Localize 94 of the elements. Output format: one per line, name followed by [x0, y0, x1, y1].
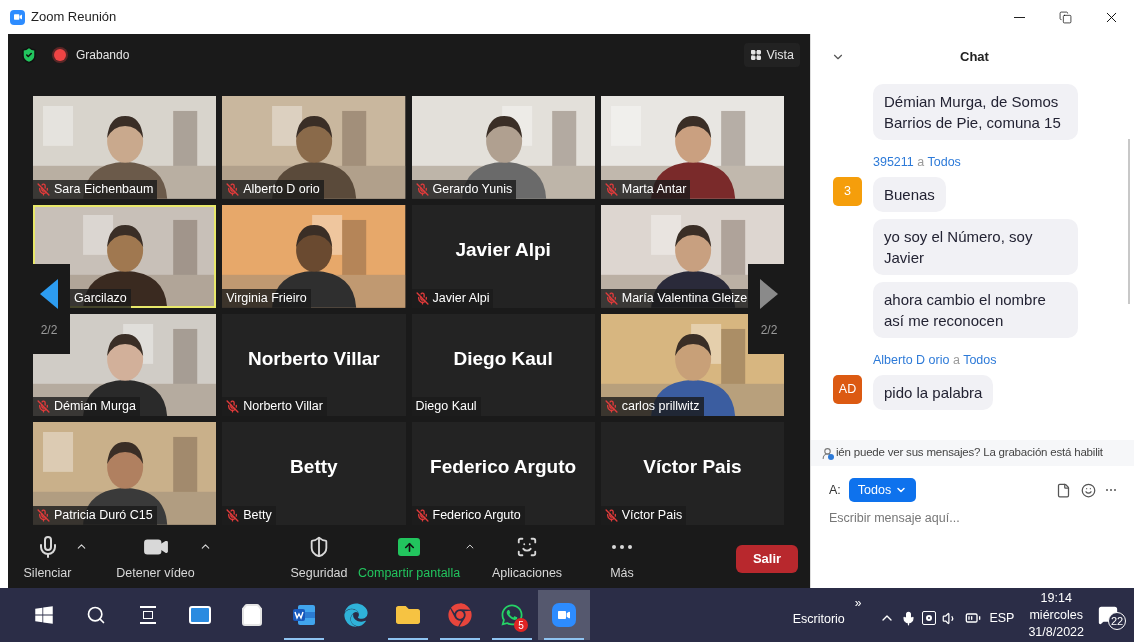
- participant-label: Démian Murga: [54, 398, 136, 416]
- participant-label: Sara Eichenbaum: [54, 180, 154, 198]
- message-sender: Alberto D orio a Todos: [873, 351, 998, 369]
- participant-label: Virginia Frieiro: [226, 289, 307, 307]
- toolbar-button[interactable]: Seguridad: [290, 535, 348, 583]
- participant-name: Betty: [290, 455, 338, 480]
- taskbar-slot[interactable]: [538, 590, 590, 640]
- emoji-icon[interactable]: [1081, 482, 1096, 498]
- toolbar-button[interactable]: Detener vídeo: [116, 535, 195, 583]
- participant-label: Patricia Duró C15: [54, 507, 153, 525]
- toolbar-button[interactable]: Aplicaciones: [491, 535, 563, 583]
- notification-badge: 5: [514, 618, 528, 632]
- toolbar-button[interactable]: Más: [610, 535, 634, 583]
- sender-avatar: 3: [833, 176, 862, 206]
- folder-icon[interactable]: [396, 603, 420, 627]
- participant-label: carlos prillwitz: [621, 398, 700, 416]
- participant-name: Diego Kaul: [453, 346, 553, 371]
- muted-mic-icon: [415, 182, 429, 196]
- muted-mic-icon: [37, 400, 50, 414]
- participant-name: Víctor Pais: [643, 455, 742, 480]
- message-input[interactable]: Escribir mensaje aquí...: [829, 508, 1116, 528]
- clock-day: miércoles: [1029, 606, 1083, 624]
- participant-label: Norberto Villar: [243, 398, 323, 416]
- muted-mic-icon: [415, 509, 429, 522]
- participant-name: Federico Arguto: [430, 455, 577, 480]
- language-indicator[interactable]: ESP: [989, 608, 1015, 628]
- view-button[interactable]: Vista: [744, 43, 800, 67]
- participant-name: Javier Alpi: [455, 237, 551, 262]
- privacy-user-icon: [821, 446, 834, 460]
- muted-mic-icon: [604, 291, 618, 305]
- participant-label: Diego Kaul: [415, 398, 477, 416]
- notification-center[interactable]: 22: [1098, 600, 1126, 630]
- clock[interactable]: 19:14 miércoles 31/8/2022: [1028, 589, 1084, 641]
- participant-name: Norberto Villar: [248, 346, 380, 371]
- muted-mic-icon: [226, 400, 240, 414]
- chat-title: Chat: [960, 48, 989, 67]
- search-icon[interactable]: [86, 605, 106, 625]
- microphone-tray-icon[interactable]: [901, 610, 917, 626]
- window-title: Zoom Reunión: [31, 8, 117, 27]
- desktop-label[interactable]: Escritorio: [792, 609, 845, 629]
- video-app-icon[interactable]: [552, 603, 576, 627]
- participant-label: Betty: [243, 507, 272, 525]
- muted-mic-icon: [604, 509, 618, 522]
- muted-mic-icon: [226, 509, 240, 522]
- file-icon[interactable]: [1056, 482, 1071, 498]
- recording-label: Grabando: [76, 47, 130, 64]
- muted-mic-icon: [604, 400, 618, 414]
- minimize-icon: [1013, 16, 1025, 18]
- sender-avatar: AD: [833, 374, 862, 404]
- clock-time: 19:14: [1040, 589, 1072, 607]
- app-logo-icon: [10, 9, 25, 25]
- notice-text: ién puede ver sus mensajes? La grabación está habilit: [836, 445, 1103, 461]
- muted-mic-icon: [37, 509, 50, 522]
- chrome-icon[interactable]: [448, 603, 472, 627]
- restore-icon: [1058, 10, 1072, 24]
- message-bubble: Démian Murga, de Somos Barrios de Pie, comuna 15: [873, 84, 1078, 140]
- to-label: A:: [829, 481, 841, 499]
- shield-check-icon: [20, 46, 38, 64]
- participant-label: Garcilazo: [74, 289, 127, 307]
- share-screen-icon: [398, 538, 421, 557]
- participant-label: Gerardo Yunis: [432, 180, 513, 198]
- participant-label: Javier Alpi: [432, 289, 490, 307]
- leave-button[interactable]: Salir: [736, 545, 798, 573]
- muted-mic-icon: [604, 182, 618, 196]
- windows-start-icon[interactable]: [34, 605, 54, 625]
- muted-mic-icon: [37, 182, 50, 196]
- apps-icon: [516, 536, 538, 559]
- keyboard-tray-icon[interactable]: [922, 611, 937, 625]
- shield-icon: [308, 536, 330, 559]
- grid-icon: [750, 49, 763, 61]
- clock-date: 31/8/2022: [1028, 623, 1084, 641]
- participant-label: Federico Arguto: [432, 507, 521, 525]
- participant-label: Víctor Pais: [621, 507, 683, 525]
- overflow-chevrons[interactable]: »: [854, 595, 862, 610]
- muted-mic-icon: [226, 182, 240, 196]
- message-bubble: yo soy el Número, soy Javier: [873, 218, 1078, 275]
- taskbar-slot[interactable]: 5: [486, 590, 538, 640]
- document-app-icon[interactable]: [292, 604, 316, 626]
- participant-label: María Valentina Gleize: [621, 289, 748, 307]
- more-icon: [612, 545, 632, 550]
- toolbar-button[interactable]: Compartir pantalla: [358, 535, 461, 583]
- message-bubble: ahora cambio el nombre así me reconocen: [873, 281, 1078, 338]
- toolbar-button[interactable]: Silenciar: [23, 535, 72, 583]
- scrollbar-thumb[interactable]: [1128, 139, 1130, 304]
- message-sender: 395211 a Todos: [873, 154, 962, 171]
- browser-wave-icon[interactable]: [344, 603, 368, 627]
- task-view-icon[interactable]: [140, 606, 156, 624]
- participant-label: Alberto D orio: [243, 180, 320, 198]
- muted-mic-icon: [415, 291, 429, 305]
- battery-icon[interactable]: [965, 610, 982, 626]
- participant-label: Marta Antar: [621, 180, 687, 198]
- message-bubble: Buenas: [873, 176, 946, 212]
- message-bubble: pido la palabra: [873, 374, 994, 410]
- recipient-dropdown[interactable]: Todos: [848, 478, 917, 502]
